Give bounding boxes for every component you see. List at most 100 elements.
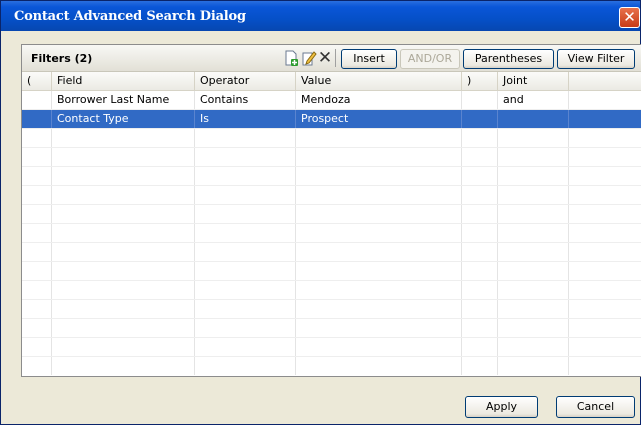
empty-cell bbox=[498, 205, 569, 223]
empty-cell bbox=[52, 148, 195, 166]
cell-value[interactable]: Mendoza bbox=[296, 91, 462, 109]
title-bar[interactable]: Contact Advanced Search Dialog ✕ bbox=[1, 1, 640, 31]
and-or-button[interactable]: AND/OR bbox=[400, 49, 460, 69]
empty-cell bbox=[22, 300, 52, 318]
empty-cell bbox=[195, 186, 296, 204]
empty-cell bbox=[569, 167, 641, 185]
empty-cell bbox=[462, 167, 498, 185]
empty-cell bbox=[498, 167, 569, 185]
empty-cell bbox=[462, 300, 498, 318]
empty-row bbox=[22, 319, 641, 338]
empty-row bbox=[22, 281, 641, 300]
empty-cell bbox=[462, 129, 498, 147]
column-header-value[interactable]: Value bbox=[296, 72, 462, 90]
column-header-operator[interactable]: Operator bbox=[195, 72, 296, 90]
empty-cell bbox=[462, 262, 498, 280]
grid-header: ( Field Operator Value ) Joint bbox=[22, 72, 641, 91]
cell-close-paren[interactable] bbox=[462, 110, 498, 128]
empty-cell bbox=[462, 338, 498, 356]
empty-cell bbox=[569, 262, 641, 280]
empty-cell bbox=[569, 338, 641, 356]
empty-cell bbox=[498, 281, 569, 299]
empty-cell bbox=[22, 319, 52, 337]
empty-cell bbox=[296, 129, 462, 147]
delete-icon[interactable]: ✕ bbox=[317, 50, 333, 67]
insert-button[interactable]: Insert bbox=[341, 49, 397, 69]
parentheses-button[interactable]: Parentheses bbox=[463, 49, 554, 69]
column-header-blank bbox=[569, 72, 641, 90]
empty-row bbox=[22, 129, 641, 148]
empty-cell bbox=[569, 357, 641, 375]
empty-cell bbox=[195, 319, 296, 337]
cell-blank bbox=[569, 110, 641, 128]
dialog-title: Contact Advanced Search Dialog bbox=[14, 9, 246, 24]
empty-cell bbox=[498, 243, 569, 261]
cell-value[interactable]: Prospect bbox=[296, 110, 462, 128]
cell-operator[interactable]: Contains bbox=[195, 91, 296, 109]
column-header-joint[interactable]: Joint bbox=[498, 72, 569, 90]
empty-cell bbox=[296, 338, 462, 356]
empty-row bbox=[22, 243, 641, 262]
dialog-window: Contact Advanced Search Dialog ✕ Filters… bbox=[0, 0, 641, 425]
toolbar-separator bbox=[335, 49, 336, 67]
empty-cell bbox=[296, 186, 462, 204]
cell-operator[interactable]: Is bbox=[195, 110, 296, 128]
edit-icon[interactable] bbox=[301, 50, 317, 66]
view-filter-button[interactable]: View Filter bbox=[557, 49, 635, 69]
filters-toolbar: Filters (2) ✕ Insert AND/OR Parentheses … bbox=[22, 45, 641, 72]
column-header-close-paren[interactable]: ) bbox=[462, 72, 498, 90]
cell-blank bbox=[569, 91, 641, 109]
empty-cell bbox=[22, 205, 52, 223]
filters-count-label: Filters (2) bbox=[31, 52, 93, 65]
empty-cell bbox=[195, 338, 296, 356]
cancel-button[interactable]: Cancel bbox=[556, 396, 635, 418]
empty-cell bbox=[52, 262, 195, 280]
close-button[interactable]: ✕ bbox=[619, 7, 640, 28]
empty-cell bbox=[296, 262, 462, 280]
empty-cell bbox=[296, 243, 462, 261]
cell-close-paren[interactable] bbox=[462, 91, 498, 109]
empty-cell bbox=[52, 224, 195, 242]
empty-cell bbox=[195, 129, 296, 147]
new-icon[interactable] bbox=[283, 50, 299, 66]
column-header-open-paren[interactable]: ( bbox=[22, 72, 52, 90]
empty-cell bbox=[296, 205, 462, 223]
cell-joint[interactable] bbox=[498, 110, 569, 128]
column-header-field[interactable]: Field bbox=[52, 72, 195, 90]
empty-cell bbox=[52, 319, 195, 337]
empty-cell bbox=[569, 186, 641, 204]
table-row[interactable]: Borrower Last Name Contains Mendoza and bbox=[22, 91, 641, 110]
empty-cell bbox=[462, 357, 498, 375]
empty-row bbox=[22, 224, 641, 243]
empty-cell bbox=[569, 205, 641, 223]
cell-open-paren[interactable] bbox=[22, 91, 52, 109]
table-row-selected[interactable]: Contact Type Is Prospect bbox=[22, 110, 641, 129]
empty-cell bbox=[52, 167, 195, 185]
dialog-client-area: Filters (2) ✕ Insert AND/OR Parentheses … bbox=[5, 31, 641, 422]
empty-cell bbox=[462, 148, 498, 166]
empty-row bbox=[22, 338, 641, 357]
empty-cell bbox=[296, 357, 462, 375]
cell-field[interactable]: Borrower Last Name bbox=[52, 91, 195, 109]
filters-grid: Borrower Last Name Contains Mendoza and … bbox=[22, 91, 641, 375]
empty-cell bbox=[195, 262, 296, 280]
empty-cell bbox=[22, 186, 52, 204]
cell-joint[interactable]: and bbox=[498, 91, 569, 109]
empty-cell bbox=[52, 338, 195, 356]
empty-cell bbox=[22, 243, 52, 261]
cell-open-paren[interactable] bbox=[22, 110, 52, 128]
empty-cell bbox=[195, 357, 296, 375]
close-icon: ✕ bbox=[623, 8, 636, 26]
empty-cell bbox=[498, 300, 569, 318]
empty-row bbox=[22, 167, 641, 186]
empty-cell bbox=[569, 281, 641, 299]
cell-field[interactable]: Contact Type bbox=[52, 110, 195, 128]
filters-panel: Filters (2) ✕ Insert AND/OR Parentheses … bbox=[21, 44, 641, 377]
empty-cell bbox=[22, 129, 52, 147]
empty-row bbox=[22, 205, 641, 224]
empty-cell bbox=[498, 357, 569, 375]
empty-cell bbox=[52, 129, 195, 147]
empty-cell bbox=[462, 243, 498, 261]
empty-cell bbox=[296, 167, 462, 185]
apply-button[interactable]: Apply bbox=[465, 396, 538, 418]
